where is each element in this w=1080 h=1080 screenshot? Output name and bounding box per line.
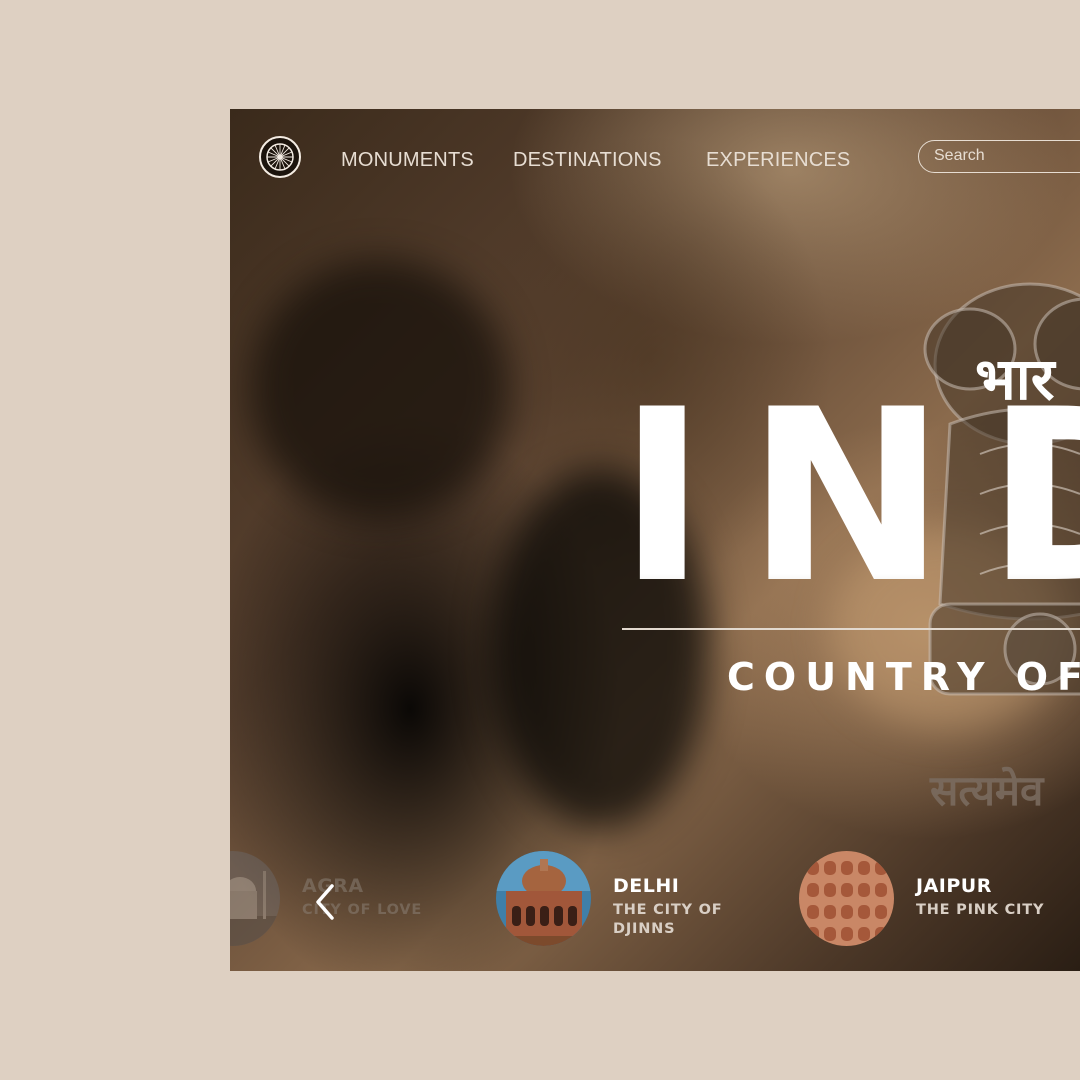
top-navigation: MONUMENTS DESTINATIONS EXPERIENCES Searc… xyxy=(230,109,1080,209)
humayun-tomb-thumbnail xyxy=(496,851,591,946)
hawa-mahal-thumbnail xyxy=(799,851,894,946)
motto-text: सत्यमेव xyxy=(930,766,1044,815)
city-tagline: THE PINK CITY xyxy=(916,902,1045,918)
background-blur xyxy=(250,259,510,519)
city-name: JAIPUR xyxy=(916,875,992,897)
hero-subtitle: COUNTRY OF xyxy=(727,655,1080,699)
search-input[interactable]: Search xyxy=(918,140,1080,173)
nav-link-monuments[interactable]: MONUMENTS xyxy=(341,149,474,172)
taj-mahal-thumbnail xyxy=(230,851,280,946)
city-name: DELHI xyxy=(613,875,680,897)
nav-link-destinations[interactable]: DESTINATIONS xyxy=(513,149,662,172)
chevron-left-icon[interactable] xyxy=(312,882,340,922)
divider xyxy=(622,628,1080,630)
nav-link-experiences[interactable]: EXPERIENCES xyxy=(706,149,850,172)
hero-title: INDIA xyxy=(618,379,1080,617)
hero-banner: MONUMENTS DESTINATIONS EXPERIENCES Searc… xyxy=(230,109,1080,971)
city-tagline: THE CITY OF DJINNS xyxy=(613,902,723,937)
ashoka-chakra-icon[interactable] xyxy=(259,136,301,178)
